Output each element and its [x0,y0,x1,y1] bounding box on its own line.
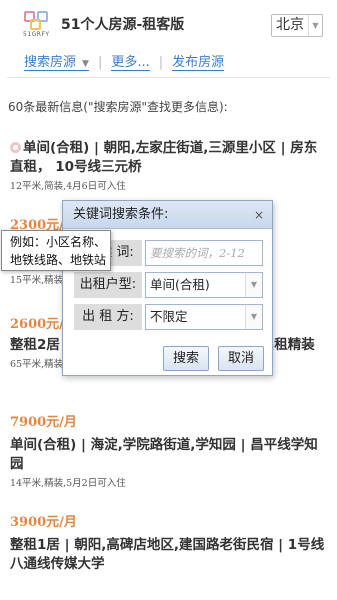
type-label: 出租户型: [74,272,142,298]
app-title: 51个人房源-租客版 [61,17,185,33]
nav-search-link[interactable]: 搜索房源 ▼ [24,55,89,71]
type-select[interactable]: 单间(合租) ▼ [145,272,263,298]
keyword-input[interactable]: 要搜索的词，2-12 [145,240,263,266]
keyword-search-dialog: 关键词搜索条件: × 关 键 词: 要搜索的词，2-12 出租户型: 单间(合租… [62,200,273,376]
chevron-down-icon: ▼ [245,305,262,329]
divider [7,77,330,78]
cancel-button[interactable]: 取消 [218,346,264,371]
search-button[interactable]: 搜索 [163,346,209,371]
nav-more-link[interactable]: 更多... [111,55,150,71]
location-pin-icon [10,142,21,153]
city-select[interactable]: 北京 ▼ [271,14,323,37]
listing-price: 7900元/月 [10,415,77,430]
results-info: 60条最新信息("搜索房源"查找更多信息): [8,100,228,114]
chevron-down-icon: ▼ [245,273,262,297]
listing-meta: 14平米,精装,5月2日可入住 [10,478,126,489]
dialog-header: 关键词搜索条件: × [63,201,272,229]
listing-item[interactable]: 单间(合租) | 朝阳,左家庄街道,三源里小区 | 房东直租， 10号线三元桥 … [10,139,330,192]
app-header: 51GRFY 51个人房源-租客版 北京 ▼ [0,0,337,46]
top-nav: 搜索房源 ▼ | 更多... | 发布房源 [24,55,225,71]
caret-down-icon: ▼ [82,59,89,69]
nav-publish-link[interactable]: 发布房源 [172,55,225,71]
logo-text: 51GRFY [23,31,50,38]
listing-title: 单间(合租) | 海淀,学院路街道,学知园 | 昌平线学知园 [10,437,318,472]
tooltip-line-1: 例如：小区名称、 [10,235,107,249]
listing-title: 整租1居 | 朝阳,高碑店地区,建国路老街民宿 | 1号线八通线传媒大学 [10,537,325,572]
city-value: 北京 [276,17,304,33]
listing-meta: 12平米,简装,4月6日可入住 [10,181,126,192]
app-logo: 51GRFY [23,11,50,41]
dialog-title: 关键词搜索条件: [73,207,169,222]
chevron-down-icon: ▼ [308,15,322,36]
keyword-tooltip: 例如：小区名称、 地铁线路、地铁站 [1,230,111,271]
close-icon[interactable]: × [254,201,264,229]
method-value: 不限定 [150,309,188,324]
method-select[interactable]: 不限定 ▼ [145,304,263,330]
method-label: 出 租 方: [74,304,142,330]
tooltip-line-2: 地铁线路、地铁站 [10,253,107,267]
listing-price: 3900元/月 [10,515,77,530]
listing-title: 单间(合租) | 朝阳,左家庄街道,三源里小区 | 房东直租， 10号线三元桥 [10,140,318,175]
listing-item[interactable]: 7900元/月 单间(合租) | 海淀,学院路街道,学知园 | 昌平线学知园 1… [10,411,330,489]
listing-item[interactable]: 3900元/月 整租1居 | 朝阳,高碑店地区,建国路老街民宿 | 1号线八通线… [10,511,330,574]
type-value: 单间(合租) [150,277,210,292]
